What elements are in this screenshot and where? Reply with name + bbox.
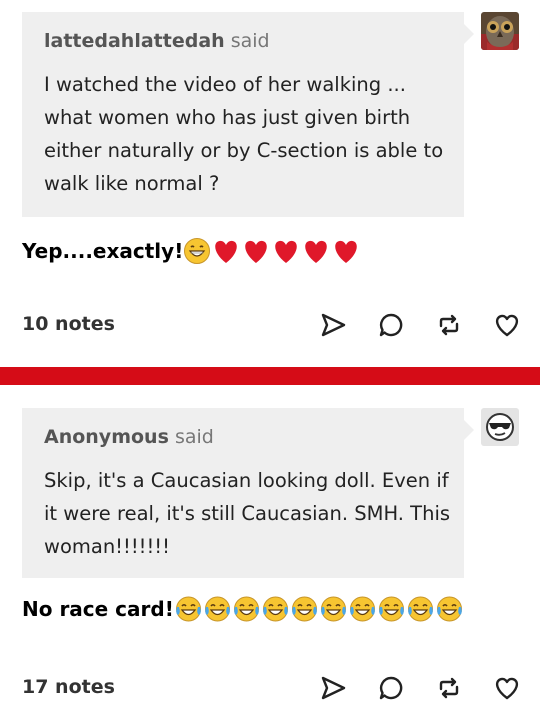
red-heart-icon (331, 237, 361, 265)
asker-line: Anonymous said (44, 426, 214, 448)
question-bubble: lattedahlattedah said I watched the vide… (22, 12, 474, 217)
tears-of-joy-icon (348, 595, 377, 623)
answer-words: Yep....exactly! (22, 239, 184, 263)
answer-emojis (174, 595, 464, 623)
post-divider (0, 367, 540, 385)
tears-of-joy-icon (232, 595, 261, 623)
red-heart-icon (241, 237, 271, 265)
share-icon[interactable] (318, 673, 348, 703)
asker-said: said (174, 426, 214, 448)
question-text: Skip, it's a Caucasian looking doll. Eve… (44, 469, 451, 558)
notes-count[interactable]: 10 notes (22, 313, 115, 335)
red-heart-icon (271, 237, 301, 265)
share-icon[interactable] (318, 310, 348, 340)
notes-count[interactable]: 17 notes (22, 676, 115, 698)
answer-emojis (183, 237, 361, 265)
red-heart-icon (301, 237, 331, 265)
tears-of-joy-icon (174, 595, 203, 623)
answer-text: Yep....exactly! (22, 237, 361, 265)
asker-line: lattedahlattedah said (44, 30, 270, 52)
like-icon[interactable] (492, 673, 522, 703)
red-heart-icon (211, 237, 241, 265)
question-text: I watched the video of her walking ... w… (44, 73, 444, 195)
asker-name: Anonymous (44, 426, 169, 448)
tears-of-joy-icon (406, 595, 435, 623)
tears-of-joy-icon (435, 595, 464, 623)
post-actions (290, 310, 522, 340)
post-footer: 17 notes (22, 673, 522, 703)
owl-avatar-icon[interactable] (481, 12, 519, 50)
tears-of-joy-icon (377, 595, 406, 623)
tears-of-joy-icon (203, 595, 232, 623)
tears-of-joy-icon (261, 595, 290, 623)
reply-icon[interactable] (376, 310, 406, 340)
asker-name[interactable]: lattedahlattedah (44, 30, 225, 52)
ask-post: Anonymous said Skip, it's a Caucasian lo… (0, 388, 540, 719)
grinning-face-icon (183, 237, 211, 265)
tears-of-joy-icon (319, 595, 348, 623)
tears-of-joy-icon (290, 595, 319, 623)
like-icon[interactable] (492, 310, 522, 340)
reply-icon[interactable] (376, 673, 406, 703)
post-actions (290, 673, 522, 703)
asker-said: said (230, 30, 270, 52)
reblog-icon[interactable] (434, 310, 464, 340)
ask-post: lattedahlattedah said I watched the vide… (0, 0, 540, 362)
question-bubble: Anonymous said Skip, it's a Caucasian lo… (22, 408, 474, 578)
reblog-icon[interactable] (434, 673, 464, 703)
anonymous-sunglasses-avatar-icon (481, 408, 519, 446)
answer-words: No race card! (22, 597, 174, 621)
post-footer: 10 notes (22, 310, 522, 340)
answer-text: No race card! (22, 595, 464, 623)
